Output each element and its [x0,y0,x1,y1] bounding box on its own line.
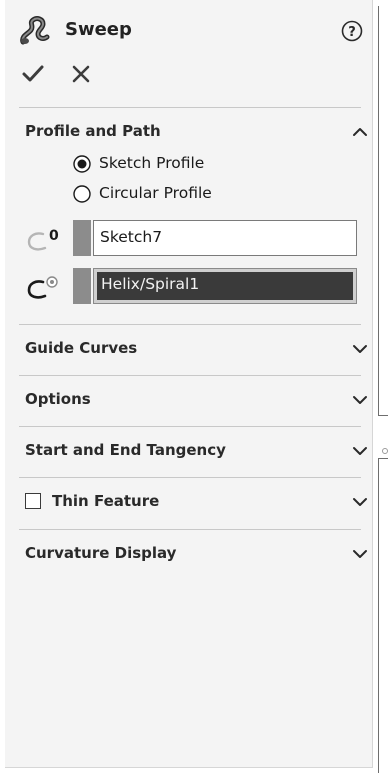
radio-label: Circular Profile [99,184,212,202]
checkmark-icon[interactable] [21,62,45,86]
chevron-down-icon[interactable] [350,544,370,564]
divider [19,107,361,108]
graphics-viewport-edge-lower [378,458,388,773]
group-header-options[interactable]: Options [25,388,373,414]
page-title: Sweep [65,19,132,40]
chevron-up-icon[interactable] [350,122,370,142]
group-label: Curvature Display [25,544,177,562]
chevron-down-icon[interactable] [350,390,370,410]
panel-splitter-handle[interactable] [382,448,388,454]
group-header-guide-curves[interactable]: Guide Curves [25,337,373,363]
divider [19,529,361,530]
path-selection-icon [25,270,61,304]
group-header-profile-and-path[interactable]: Profile and Path [25,120,373,146]
group-header-curvature-display[interactable]: Curvature Display [25,542,373,568]
radio-sketch-profile[interactable]: Sketch Profile [73,154,313,176]
radio-selected-icon[interactable] [73,155,91,173]
chevron-down-icon[interactable] [350,339,370,359]
confirm-actions [21,62,141,88]
sweep-property-manager: Sweep ? Profile and Path Sketch Profile … [5,0,373,768]
group-label: Start and End Tangency [25,441,226,459]
thin-feature-checkbox[interactable] [25,493,41,509]
chevron-down-icon[interactable] [350,441,370,461]
group-label: Profile and Path [25,122,161,140]
profile-selection-field[interactable]: Sketch7 [93,220,357,256]
path-selection-row: Helix/Spiral1 [25,268,361,306]
group-label: Thin Feature [52,492,160,510]
radio-circular-profile[interactable]: Circular Profile [73,184,313,206]
path-selection-field[interactable]: Helix/Spiral1 [93,268,357,304]
sweep-feature-icon [19,16,55,46]
graphics-viewport-edge [378,6,388,416]
group-header-thin-feature[interactable]: Thin Feature [25,490,373,516]
chevron-down-icon[interactable] [350,492,370,512]
color-swatch [73,220,91,256]
color-swatch [73,268,91,304]
group-label: Guide Curves [25,339,138,357]
close-icon[interactable] [69,62,93,86]
divider [19,375,361,376]
profile-selection-icon: 0 [25,222,61,256]
divider [19,477,361,478]
group-header-start-end-tangency[interactable]: Start and End Tangency [25,439,373,465]
svg-text:?: ? [348,25,356,40]
path-selection-value: Helix/Spiral1 [97,272,353,300]
radio-unselected-icon[interactable] [73,185,91,203]
group-label: Options [25,390,91,408]
property-manager-window: Sweep ? Profile and Path Sketch Profile … [0,0,388,773]
radio-label: Sketch Profile [99,154,205,172]
profile-selection-value: Sketch7 [100,228,163,246]
profile-selection-row: 0 Sketch7 [25,220,361,258]
property-manager-header: Sweep ? [19,16,365,46]
divider [19,324,361,325]
svg-text:0: 0 [49,228,59,244]
divider [19,426,361,427]
help-icon[interactable]: ? [341,20,363,42]
